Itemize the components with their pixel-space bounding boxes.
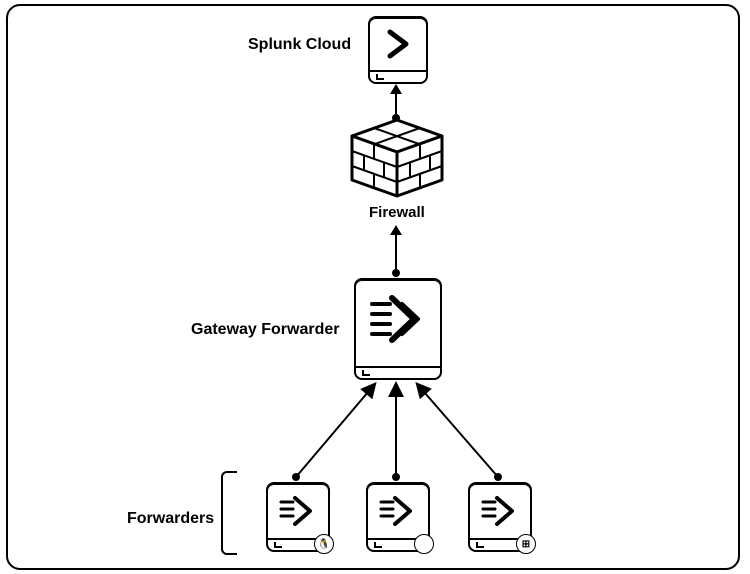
arrow-gateway-to-firewall-origin bbox=[392, 269, 400, 277]
os-badge-linux-icon: 🐧 bbox=[314, 534, 334, 554]
forwarder-glyph-icon bbox=[378, 494, 418, 528]
node-firewall bbox=[342, 118, 452, 198]
label-gateway-forwarder: Gateway Forwarder bbox=[191, 321, 340, 339]
label-forwarders: Forwarders bbox=[127, 510, 214, 528]
forwarder-glyph-icon bbox=[480, 494, 520, 528]
node-forwarder-linux: 🐧 bbox=[266, 482, 330, 552]
forwarder-glyph-icon bbox=[278, 494, 318, 528]
node-gateway-forwarder bbox=[354, 278, 442, 380]
arrow-firewall-to-cloud-head bbox=[390, 84, 402, 94]
os-badge-windows-icon: ⊞ bbox=[516, 534, 536, 554]
firewall-icon bbox=[342, 118, 452, 198]
arrow-gateway-to-firewall-head bbox=[390, 225, 402, 235]
node-forwarder-mac bbox=[366, 482, 430, 552]
os-badge-mac-icon bbox=[414, 534, 434, 554]
splunk-glyph-icon bbox=[378, 24, 418, 64]
arrow-firewall-to-cloud bbox=[395, 94, 397, 116]
gateway-forwarder-glyph-icon bbox=[368, 294, 428, 344]
forwarders-bracket bbox=[221, 471, 237, 555]
label-firewall: Firewall bbox=[369, 204, 425, 221]
arrow-gateway-to-firewall bbox=[395, 235, 397, 271]
label-splunk-cloud: Splunk Cloud bbox=[248, 36, 351, 54]
node-splunk-cloud bbox=[368, 16, 428, 84]
node-forwarder-windows: ⊞ bbox=[468, 482, 532, 552]
diagram-canvas: Splunk Cloud bbox=[0, 0, 750, 574]
